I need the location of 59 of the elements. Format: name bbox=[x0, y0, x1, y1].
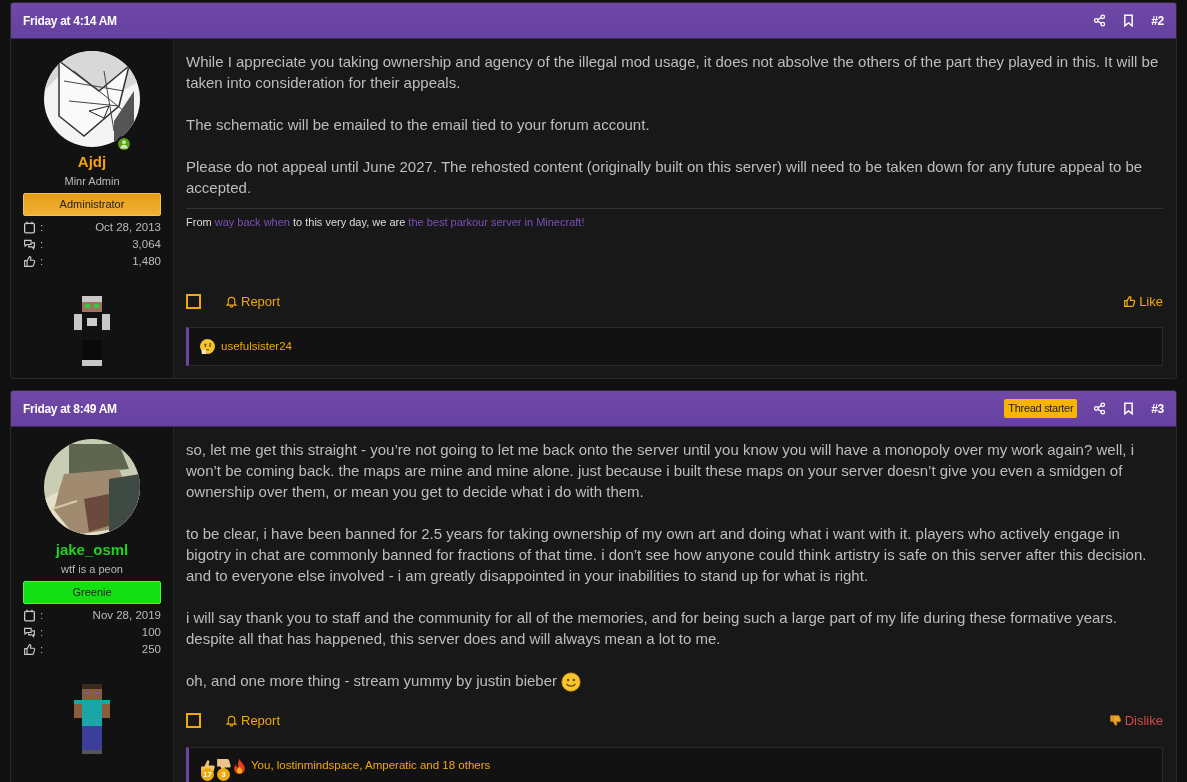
report-button[interactable]: Report bbox=[225, 291, 281, 311]
calendar-icon bbox=[23, 221, 36, 234]
bell-icon bbox=[225, 294, 238, 308]
reaction-count: 3 bbox=[217, 768, 230, 782]
thumbs-down-icon bbox=[1108, 714, 1122, 728]
report-button[interactable]: Report bbox=[225, 711, 281, 731]
user-title: wtf is a peon bbox=[60, 562, 124, 577]
user-banner: Greenie bbox=[23, 581, 161, 604]
stat-value: Nov 28, 2019 bbox=[92, 608, 161, 623]
paragraph: The schematic will be emailed to the email tied to your forum account. bbox=[186, 115, 651, 135]
username: jake_osml bbox=[55, 541, 129, 559]
paragraph: to be clear, i have been banned for 2.5 years for taking ownership of my own art and doing what i want with it. players who actively engage in bigotry in chat are commonly banned for fractions of that time. i don’t see how anyone could think artistry is safe on this server after this decision. and to everyone else involved - i am greatly disappointed in your inabilities to stand up for what is right. bbox=[186, 524, 1148, 586]
user-title: Minr Admin bbox=[63, 174, 121, 189]
stat-value: 100 bbox=[141, 625, 161, 640]
user-banner: Administrator bbox=[23, 193, 161, 216]
stat-separator: : bbox=[40, 608, 44, 623]
thumbs-up-icon bbox=[23, 255, 36, 268]
paragraph: so, let me get this straight - you’re not going to let me back onto the server until you know you will have a monopoly over my work again? well, i won’t be coming back. the maps are mine and mine alone. just because i built these maps on your server doesn’t give you even a smidgen of ownership over them, or mean you get to decide what i do with them. bbox=[186, 440, 1135, 502]
stat-separator: : bbox=[40, 237, 44, 252]
bell-icon bbox=[225, 714, 238, 728]
chat-bubbles-icon bbox=[23, 238, 36, 251]
paragraph: While I appreciate you taking ownership and agency of the illegal mod usage, it does not absolve the others of the part they played in this. It will be taken into consideration for their appeals. bbox=[186, 52, 1160, 93]
stat-value: 1,480 bbox=[132, 254, 161, 269]
post-number-link[interactable]: #3 bbox=[1151, 399, 1164, 418]
thinking-face-icon bbox=[199, 337, 216, 355]
stat-separator: : bbox=[40, 625, 44, 640]
username: Ajdj bbox=[77, 153, 107, 171]
like-button[interactable]: Like bbox=[1123, 291, 1163, 311]
share-icon[interactable] bbox=[1093, 14, 1107, 27]
dislike-button[interactable]: Dislike bbox=[1108, 711, 1163, 731]
stat-separator: : bbox=[40, 642, 44, 657]
bookmark-icon[interactable] bbox=[1122, 402, 1136, 415]
reaction-users: You, lostinmindspace, Amperatic and 18 others bbox=[251, 758, 491, 774]
flame-icon bbox=[231, 757, 248, 775]
calendar-icon bbox=[23, 609, 36, 622]
share-icon[interactable] bbox=[1093, 402, 1107, 415]
character-figure bbox=[74, 684, 110, 756]
stat-value: 250 bbox=[141, 642, 161, 657]
character-figure bbox=[74, 296, 110, 368]
chat-bubbles-icon bbox=[23, 626, 36, 639]
post-date: Friday at 8:49 AM bbox=[23, 400, 117, 418]
paragraph: oh, and one more thing - stream yummy by justin bieber bbox=[186, 670, 1163, 693]
post-date: Friday at 4:14 AM bbox=[23, 12, 117, 30]
bookmark-icon[interactable] bbox=[1122, 14, 1136, 27]
thumbs-up-icon bbox=[23, 643, 36, 656]
select-checkbox[interactable] bbox=[186, 713, 201, 729]
stat-separator: : bbox=[40, 220, 44, 235]
reaction-users: usefulsister24 bbox=[221, 338, 292, 354]
paragraph: Please do not appeal until June 2027. The rehosted content (originally built on this server) will need to be taken down for any future appeal to be accepted. bbox=[186, 157, 1144, 198]
stat-separator: : bbox=[40, 254, 44, 269]
stat-value: 3,064 bbox=[132, 237, 161, 252]
smiley-icon bbox=[561, 672, 581, 693]
select-checkbox[interactable] bbox=[186, 293, 201, 309]
signature-text: From way back when to this very day, we are the best parkour server in Minecraft! bbox=[186, 208, 1163, 231]
paragraph: i will say thank you to staff and the community for all of the memories, and for being such a large part of my life during these formative years. despite all that has happened, this server does and will always mean a lot to me. bbox=[186, 608, 1118, 649]
thread-starter-badge: Thread starter bbox=[1004, 399, 1078, 418]
stat-value: Oct 28, 2013 bbox=[95, 220, 161, 235]
thumbs-up-icon bbox=[1123, 294, 1137, 308]
post-number-link[interactable]: #2 bbox=[1151, 11, 1164, 30]
